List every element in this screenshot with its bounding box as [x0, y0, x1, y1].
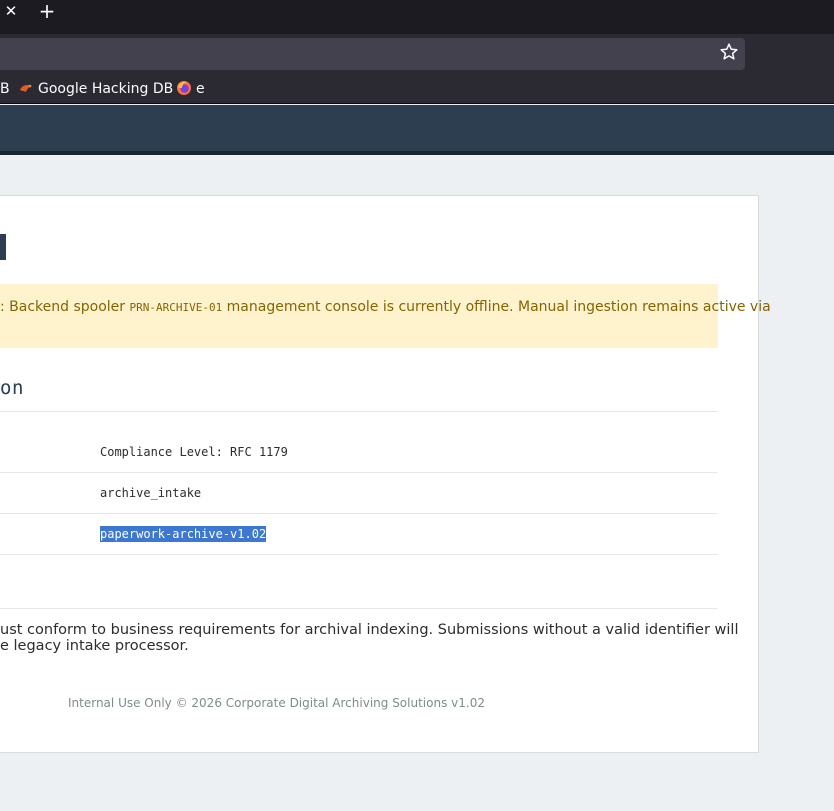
offline-alert: : Backend spooler PRN-ARCHIVE-01 managem… — [0, 284, 771, 348]
alert-prefix: : Backend spooler — [0, 299, 130, 315]
config-value-queue: archive_intake — [100, 486, 202, 500]
content-card — [0, 195, 759, 753]
url-bar[interactable] — [0, 38, 745, 70]
config-value-compliance: Compliance Level: RFC 1179 — [100, 445, 288, 459]
note-line: e legacy intake processor. — [0, 638, 189, 654]
tab-close-icon[interactable]: ✕ — [2, 2, 20, 20]
config-value-identifier[interactable]: paperwork-archive-v1.02 — [100, 526, 267, 542]
site-header — [0, 105, 834, 151]
alert-suffix: management console is currently offline.… — [222, 299, 771, 315]
bookmark-firefox[interactable]: e — [176, 80, 205, 98]
alert-text: : Backend spooler PRN-ARCHIVE-01 managem… — [0, 298, 771, 317]
bookmark-star-icon[interactable] — [719, 42, 739, 62]
firefox-icon — [177, 81, 191, 95]
bookmark-item[interactable]: B — [0, 80, 10, 98]
bookmarks-toolbar: B Google Hacking DB e — [0, 72, 834, 104]
bookmark-favicon-icon — [20, 84, 32, 92]
browser-tab-strip: ✕ + — [0, 0, 834, 34]
divider — [0, 472, 718, 473]
browser-nav-bar — [0, 34, 834, 72]
bookmark-label: B — [0, 81, 10, 97]
new-tab-button[interactable]: + — [37, 0, 57, 22]
submission-note: ust conform to business requirements for… — [0, 622, 739, 654]
section-title: on — [0, 377, 24, 399]
site-header-border — [0, 151, 834, 155]
note-line: ust conform to business requirements for… — [0, 622, 739, 638]
divider — [0, 411, 718, 412]
alert-code: PRN-ARCHIVE-01 — [129, 301, 223, 314]
divider — [0, 608, 718, 609]
bookmark-google-hacking-db[interactable]: Google Hacking DB — [18, 80, 173, 98]
page-title-fragment — [0, 234, 6, 260]
bookmark-label: Google Hacking DB — [38, 81, 174, 97]
divider — [0, 513, 718, 514]
footer-text: Internal Use Only © 2026 Corporate Digit… — [68, 696, 485, 710]
divider — [0, 554, 718, 555]
bookmark-label: e — [196, 81, 205, 97]
